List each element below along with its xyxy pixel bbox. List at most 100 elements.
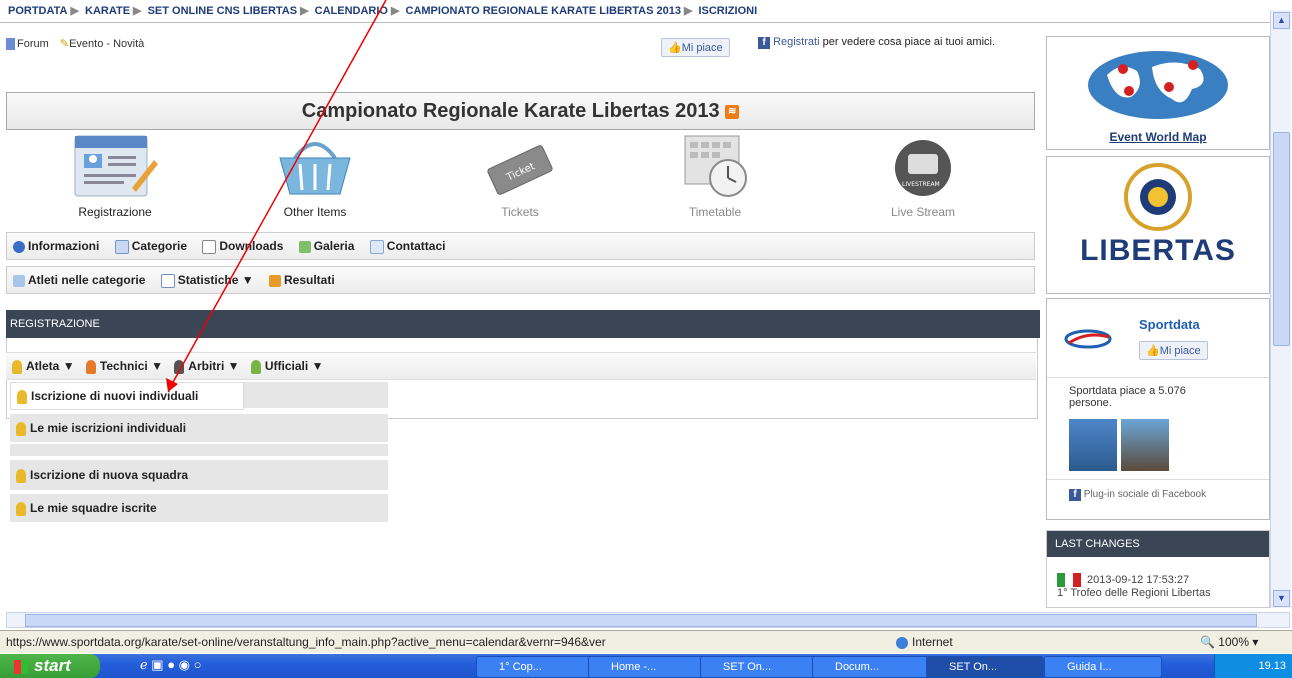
facebook-icon: f — [1069, 489, 1081, 501]
hscroll-thumb[interactable] — [25, 614, 1257, 627]
menu-ufficiali[interactable]: Ufficiali ▼ — [250, 359, 324, 374]
tile-other-items[interactable]: Other Items — [240, 130, 390, 219]
rss-icon[interactable]: ≋ — [725, 104, 740, 119]
task-1[interactable]: 1° Cop... — [476, 656, 594, 678]
dropdown-separator — [10, 444, 388, 457]
sportdata-logo — [1064, 329, 1112, 349]
clock[interactable]: 19.13 — [1258, 660, 1286, 672]
zone-indicator: Internet — [896, 631, 953, 653]
status-bar: https://www.sportdata.org/karate/set-onl… — [0, 630, 1292, 653]
registration-submenu: Atleta ▼ Technici ▼ Arbitri ▼ Ufficiali … — [6, 352, 1036, 380]
chevron-down-icon: ▼ — [311, 359, 324, 373]
menu-resultati[interactable]: Resultati — [268, 273, 335, 287]
event-map-link[interactable]: Event World Map — [1047, 130, 1269, 144]
chevron-down-icon: ▼ — [62, 359, 75, 373]
gallery-icon — [298, 240, 311, 253]
tile-timetable[interactable]: Timetable — [640, 130, 790, 219]
scroll-up-icon[interactable]: ▲ — [1273, 12, 1290, 29]
start-button[interactable]: start — [0, 654, 100, 678]
forum-icon — [6, 38, 15, 51]
fb-register-link[interactable]: Registrati — [773, 36, 819, 48]
zoom-control[interactable]: 🔍 100% ▾ — [1200, 631, 1258, 653]
dropdown-my-individual[interactable]: Le mie iscrizioni individuali — [10, 414, 388, 443]
task-3[interactable]: SET On... — [700, 656, 818, 678]
last-change-item[interactable]: 1° Trofeo delle Regioni Libertas — [1057, 587, 1269, 599]
menu-informazioni[interactable]: Informazioni — [13, 239, 99, 253]
facebook-icon: f — [758, 37, 770, 49]
menu-categorie[interactable]: Categorie — [114, 239, 187, 254]
last-changes-box: LAST CHANGES 2013-09-12 17:53:27 1° Trof… — [1046, 530, 1270, 608]
crumb-3[interactable]: SET ONLINE CNS LIBERTAS — [148, 5, 298, 17]
menu-atleta[interactable]: Atleta ▼ — [12, 359, 75, 374]
crumb-4[interactable]: CALENDARIO — [315, 5, 388, 17]
person-icon — [16, 421, 26, 436]
tile-tickets[interactable]: Ticket Tickets — [445, 130, 595, 219]
breadcrumb: PORTDATA ▶ KARATE ▶ SET ONLINE CNS LIBERTA… — [0, 0, 1278, 23]
event-map-box[interactable]: Event World Map — [1046, 36, 1270, 150]
libertas-logo-box: LIBERTAS — [1046, 156, 1270, 294]
libertas-text: LIBERTAS — [1080, 234, 1236, 267]
chevron-down-icon: ▼ — [151, 359, 163, 373]
person-icon — [85, 359, 96, 374]
basket-icon — [279, 142, 351, 195]
task-6[interactable]: Guida I... — [1044, 656, 1162, 678]
info-menu: Informazioni Categorie Downloads Galeria… — [6, 232, 1035, 260]
menu-atleti-categorie[interactable]: Atleti nelle categorie — [13, 273, 145, 287]
tile-live-stream[interactable]: LIVESTREAM Live Stream — [848, 130, 998, 219]
menu-statistiche[interactable]: Statistiche ▼ — [160, 273, 254, 288]
forum-link[interactable]: Forum — [6, 38, 52, 51]
sportdata-title[interactable]: Sportdata — [1139, 317, 1200, 332]
system-tray: 19.13 — [1214, 654, 1292, 678]
scroll-down-icon[interactable]: ▼ — [1273, 590, 1290, 607]
fb-register-text: f Registrati per vedere cosa piace ai tu… — [758, 36, 1028, 49]
tile-label: Timetable — [688, 205, 742, 219]
mail-icon — [369, 239, 384, 254]
person-icon — [250, 359, 261, 374]
menu-downloads[interactable]: Downloads — [202, 239, 283, 254]
table-icon — [160, 273, 175, 288]
fan-photo-1[interactable] — [1069, 419, 1117, 471]
task-4[interactable]: Docum... — [812, 656, 930, 678]
crumb-6[interactable]: ISCRIZIONI — [698, 5, 757, 17]
evento-link[interactable]: ✎Evento - Novità — [60, 38, 144, 50]
stats-menu: Atleti nelle categorie Statistiche ▼ Res… — [6, 266, 1035, 294]
fan-photo-2[interactable] — [1121, 419, 1169, 471]
vertical-scrollbar[interactable]: ▲ ▼ — [1270, 10, 1291, 608]
crumb-1[interactable]: PORTDATA — [8, 5, 67, 17]
sportdata-like-button[interactable]: 👍Mi piace — [1139, 341, 1208, 360]
crumb-5[interactable]: CAMPIONATO REGIONALE KARATE LIBERTAS 201… — [406, 5, 681, 17]
task-5[interactable]: SET On... — [926, 656, 1044, 678]
people-icon — [12, 359, 22, 374]
last-change-date: 2013-09-12 17:53:27 — [1087, 573, 1190, 586]
crumb-2[interactable]: KARATE — [85, 5, 130, 17]
tile-registrazione[interactable]: Registrazione — [40, 130, 190, 219]
horizontal-scrollbar[interactable] — [6, 612, 1290, 628]
dropdown-new-team[interactable]: Iscrizione di nuova squadra — [10, 460, 388, 491]
quick-launch[interactable]: ℯ ▣ ● ◉ ○ — [140, 657, 201, 673]
menu-technici[interactable]: Technici ▼ — [85, 359, 163, 374]
top-links-bar: Forum ✎Evento - Novità 👍Mi piace f Regis… — [6, 36, 1036, 88]
dropdown-new-individual[interactable]: Iscrizione di nuovi individuali — [10, 382, 244, 410]
ticket-icon: Ticket — [487, 145, 553, 195]
scroll-thumb[interactable] — [1273, 132, 1290, 346]
tile-label: Other Items — [283, 205, 347, 219]
livestream-text: LIVESTREAM — [902, 181, 940, 188]
menu-galeria[interactable]: Galeria — [298, 239, 354, 253]
task-2[interactable]: Home -... — [588, 656, 706, 678]
tile-label: Tickets — [501, 205, 539, 219]
menu-arbitri[interactable]: Arbitri ▼ — [174, 359, 240, 374]
person-icon — [174, 359, 185, 374]
chevron-down-icon: ▼ — [227, 359, 240, 373]
like-button[interactable]: 👍Mi piace — [661, 38, 730, 57]
dropdown-my-teams[interactable]: Le mie squadre iscrite — [10, 494, 388, 523]
status-url: https://www.sportdata.org/karate/set-onl… — [6, 635, 606, 649]
section-header: REGISTRAZIONE — [6, 310, 1040, 338]
italy-flag-icon — [1057, 573, 1081, 587]
menu-contattaci[interactable]: Contattaci — [369, 239, 445, 254]
edit-icon — [13, 274, 25, 287]
team-icon — [16, 501, 26, 516]
info-icon — [13, 240, 25, 253]
windows-taskbar: start ℯ ▣ ● ◉ ○ 1° Cop... Home -... SET … — [0, 654, 1292, 678]
folder-icon — [114, 239, 129, 254]
add-person-icon — [17, 389, 27, 404]
